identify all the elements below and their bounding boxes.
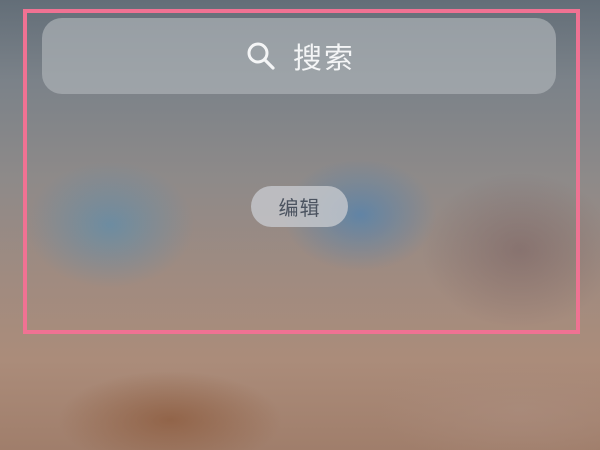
highlight-frame [23, 9, 580, 334]
